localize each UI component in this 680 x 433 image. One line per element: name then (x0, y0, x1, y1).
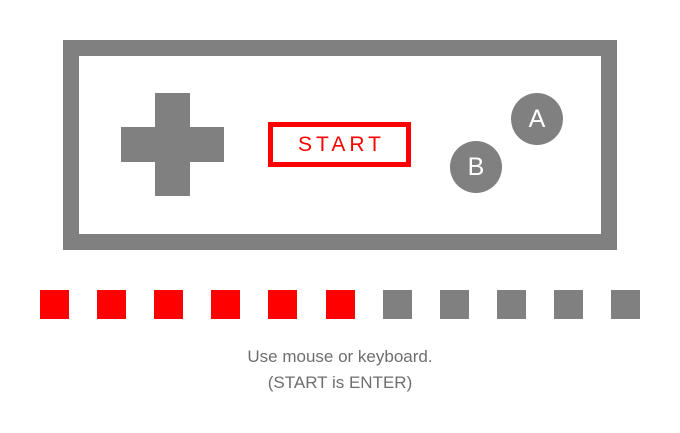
b-button[interactable]: B (450, 141, 502, 193)
dpad[interactable] (121, 93, 224, 196)
progress-square-empty (440, 290, 469, 319)
progress-square-filled (211, 290, 240, 319)
progress-square-empty (554, 290, 583, 319)
instructions-line-1: Use mouse or keyboard. (247, 347, 433, 366)
instructions: Use mouse or keyboard. (START is ENTER) (0, 344, 680, 396)
game-screen: START A B Use mouse or keyboard. (START … (0, 0, 680, 433)
progress-square-filled (40, 290, 69, 319)
progress-square-filled (97, 290, 126, 319)
progress-square-empty (383, 290, 412, 319)
progress-square-filled (326, 290, 355, 319)
progress-square-empty (611, 290, 640, 319)
progress-square-filled (154, 290, 183, 319)
progress-square-filled (268, 290, 297, 319)
a-button[interactable]: A (511, 93, 563, 145)
progress-square-empty (497, 290, 526, 319)
progress-indicator (40, 290, 640, 319)
start-button[interactable]: START (268, 122, 411, 167)
instructions-line-2: (START is ENTER) (267, 373, 413, 392)
dpad-horizontal-bar (121, 127, 224, 162)
